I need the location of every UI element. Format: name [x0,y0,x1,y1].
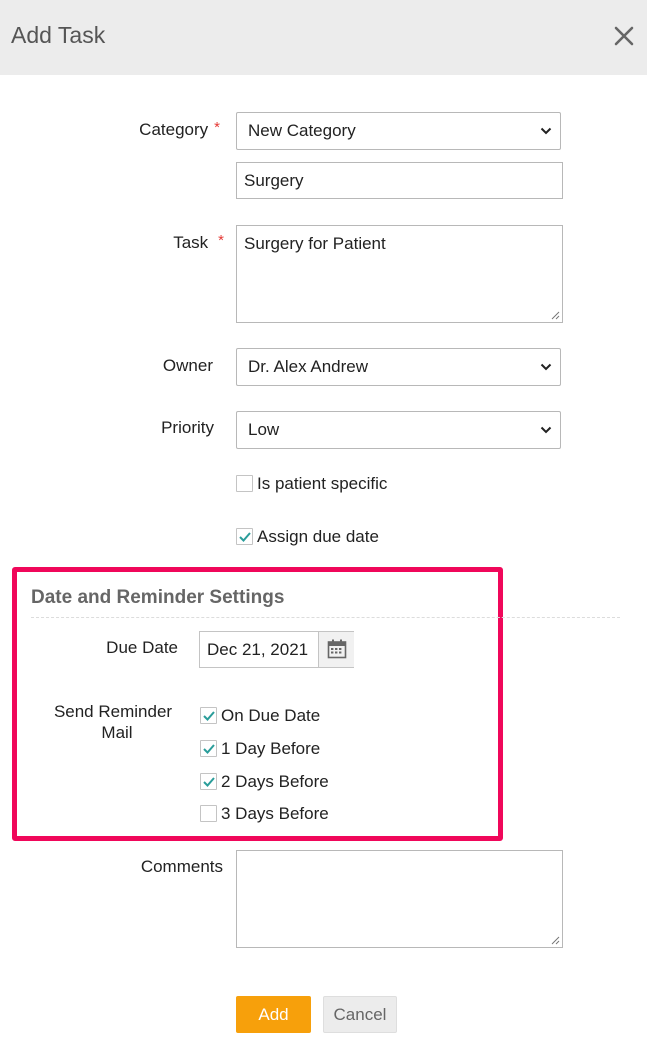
add-button[interactable]: Add [236,996,311,1033]
checkmark-icon [203,711,215,721]
chevron-down-icon [540,363,552,371]
reminder-2-days-label: 2 Days Before [221,772,329,791]
required-asterisk: * [214,119,220,136]
resize-grip-icon[interactable] [550,935,560,945]
reminder-3-days-checkbox[interactable] [200,805,217,822]
close-icon[interactable] [610,22,640,52]
reminder-3-days-label: 3 Days Before [221,804,329,823]
priority-select-value: Low [248,420,280,439]
category-label-text: Category [139,120,209,139]
priority-label: Priority [161,418,214,437]
section-title: Date and Reminder Settings [31,587,285,608]
new-category-input[interactable]: Surgery [236,162,563,199]
assign-due-date-checkbox[interactable] [236,528,253,545]
send-reminder-label: Send Reminder Mail [40,701,186,743]
checkmark-icon [203,744,215,754]
checkmark-icon [203,777,215,787]
due-date-label: Due Date [106,638,178,657]
checkmark-icon [239,532,251,542]
resize-grip-icon[interactable] [550,310,560,320]
task-label-text: Task [173,233,209,252]
task-textarea[interactable]: Surgery for Patient [236,225,563,323]
reminder-1-day-label: 1 Day Before [221,739,321,758]
dialog-title: Add Task [11,22,106,48]
task-label: Task * [100,232,224,253]
reminder-on-due-date-label: On Due Date [221,706,321,725]
comments-textarea[interactable] [236,850,563,948]
send-reminder-label-line2: Mail [101,723,133,742]
required-asterisk: * [218,232,224,249]
cancel-button[interactable]: Cancel [323,996,397,1033]
assign-due-date-label: Assign due date [257,527,379,546]
patient-specific-label: Is patient specific [257,474,388,493]
calendar-button[interactable] [318,632,354,667]
chevron-down-icon [540,426,552,434]
owner-select-value: Dr. Alex Andrew [248,357,369,376]
priority-select[interactable]: Low [236,411,561,449]
category-select[interactable]: New Category [236,112,561,150]
patient-specific-checkbox[interactable] [236,475,253,492]
category-select-value: New Category [248,121,356,140]
owner-select[interactable]: Dr. Alex Andrew [236,348,561,386]
dialog-header: Add Task [0,0,647,75]
due-date-value: Dec 21, 2021 [207,640,309,659]
reminder-on-due-date-checkbox[interactable] [200,707,217,724]
calendar-icon [327,639,347,659]
chevron-down-icon [540,127,552,135]
owner-label: Owner [162,356,213,375]
reminder-2-days-checkbox[interactable] [200,773,217,790]
reminder-1-day-checkbox[interactable] [200,740,217,757]
section-divider [31,617,620,618]
due-date-input[interactable]: Dec 21, 2021 [199,631,354,668]
task-textarea-value: Surgery for Patient [244,234,386,253]
send-reminder-label-line1: Send Reminder [53,702,173,721]
category-label: Category * [100,119,220,140]
comments-label: Comments [140,857,223,876]
